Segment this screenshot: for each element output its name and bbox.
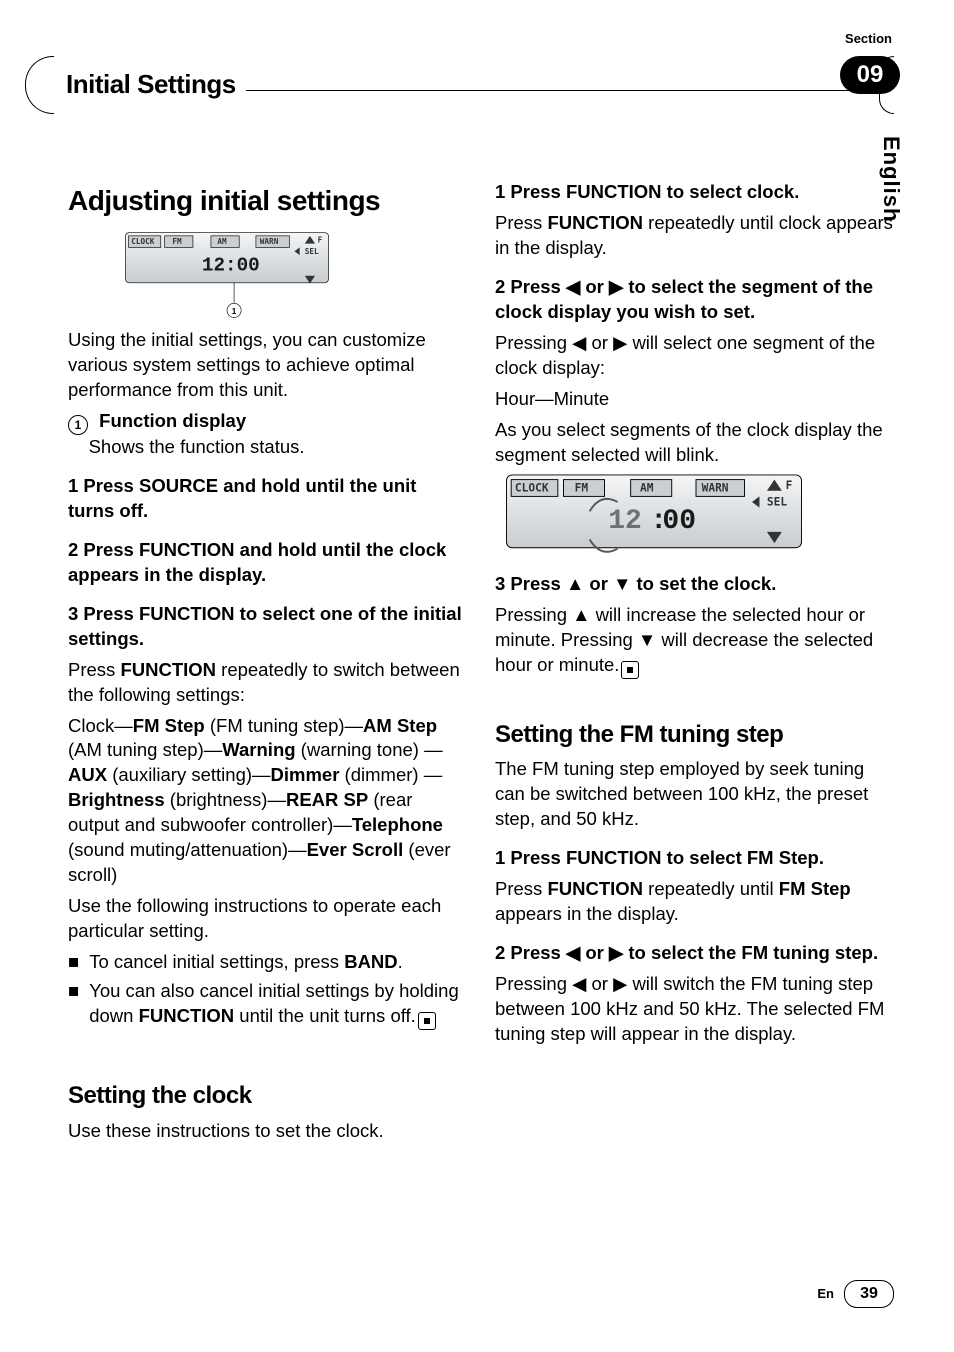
function-display-body: Shows the function status.: [89, 436, 305, 457]
lcd-display-2: CLOCK FM AM WARN F SEL 12 : 00: [495, 474, 813, 558]
bullet-icon: ■: [68, 950, 79, 975]
right-step-2-tail: As you select segments of the clock disp…: [495, 418, 894, 468]
svg-text:FM: FM: [575, 481, 589, 494]
bullet-cancel-band: ■ To cancel initial settings, press BAND…: [68, 950, 467, 975]
right-step-2-list: Hour—Minute: [495, 387, 894, 412]
function-display-item: 1 Function display Shows the function st…: [68, 409, 467, 460]
lcd-clock-label: CLOCK: [131, 237, 155, 246]
right-step-3: 3 Press ▲ or ▼ to set the clock.: [495, 572, 894, 597]
header-arc-left: [25, 56, 54, 114]
footer-page-number: 39: [844, 1280, 894, 1308]
post-chain-text: Use the following instructions to operat…: [68, 894, 467, 944]
fm-intro: The FM tuning step employed by seek tuni…: [495, 757, 894, 832]
bullet-icon: ■: [68, 979, 79, 1030]
function-display-title: Function display: [99, 410, 246, 431]
bullet-cancel-function: ■ You can also cancel initial settings b…: [68, 979, 467, 1030]
svg-text:SEL: SEL: [767, 495, 787, 508]
svg-text:WARN: WARN: [702, 481, 729, 494]
lcd-f-label: F: [318, 235, 323, 244]
svg-text:CLOCK: CLOCK: [515, 481, 549, 494]
svg-text:AM: AM: [640, 481, 654, 494]
settings-chain: Clock—FM Step (FM tuning step)—AM Step (…: [68, 714, 467, 889]
heading-setting-the-clock: Setting the clock: [68, 1080, 467, 1112]
header-title: Initial Settings: [66, 67, 236, 102]
right-step-3-body: Pressing ▲ will increase the selected ho…: [495, 603, 894, 679]
fm-step-2-body: Pressing ◀ or ▶ will switch the FM tunin…: [495, 972, 894, 1047]
lcd-am-label: AM: [217, 237, 227, 246]
intro-text: Using the initial settings, you can cust…: [68, 328, 467, 403]
lcd-minutes: 00: [662, 506, 696, 537]
left-step-3-intro: Press FUNCTION repeatedly to switch betw…: [68, 658, 467, 708]
left-step-1: 1 Press SOURCE and hold until the unit t…: [68, 474, 467, 524]
header-left: Initial Settings: [25, 56, 246, 114]
heading-fm-tuning-step: Setting the FM tuning step: [495, 719, 894, 751]
heading-adjusting-initial-settings: Adjusting initial settings: [68, 182, 467, 220]
fm-step-1-body: Press FUNCTION repeatedly until FM Step …: [495, 877, 894, 927]
stop-icon: [418, 1012, 436, 1030]
lcd-warn-label: WARN: [260, 237, 279, 246]
right-step-2-body: Pressing ◀ or ▶ will select one segment …: [495, 331, 894, 381]
stop-icon: [621, 661, 639, 679]
footer-lang: En: [817, 1285, 834, 1303]
fm-step-1: 1 Press FUNCTION to select FM Step.: [495, 846, 894, 871]
right-step-1-body: Press FUNCTION repeatedly until clock ap…: [495, 211, 894, 261]
right-step-1: 1 Press FUNCTION to select clock.: [495, 180, 894, 205]
page-footer: En 39: [0, 1280, 954, 1308]
svg-text:F: F: [786, 479, 793, 492]
right-step-2: 2 Press ◀ or ▶ to select the segment of …: [495, 275, 894, 325]
lcd-fm-label: FM: [172, 237, 182, 246]
left-step-3: 3 Press FUNCTION to select one of the in…: [68, 602, 467, 652]
section-number-chip: 09: [840, 56, 900, 94]
callout-1: 1: [232, 306, 237, 316]
left-column: Adjusting initial settings CLOCK FM AM W…: [68, 170, 467, 1150]
fm-step-2: 2 Press ◀ or ▶ to select the FM tuning s…: [495, 941, 894, 966]
left-step-2: 2 Press FUNCTION and hold until the cloc…: [68, 538, 467, 588]
lcd-time: 12:00: [202, 254, 260, 276]
lcd-display-1: CLOCK FM AM WARN F SEL 12:00 1: [68, 232, 386, 322]
setting-clock-body: Use these instructions to set the clock.: [68, 1119, 467, 1144]
lcd-sel-label: SEL: [305, 247, 319, 256]
language-tab: English: [876, 136, 906, 222]
lcd-hours-dim: 12: [608, 506, 642, 537]
section-label: Section: [845, 30, 892, 48]
circled-1-icon: 1: [68, 415, 88, 435]
right-column: 1 Press FUNCTION to select clock. Press …: [495, 170, 894, 1150]
